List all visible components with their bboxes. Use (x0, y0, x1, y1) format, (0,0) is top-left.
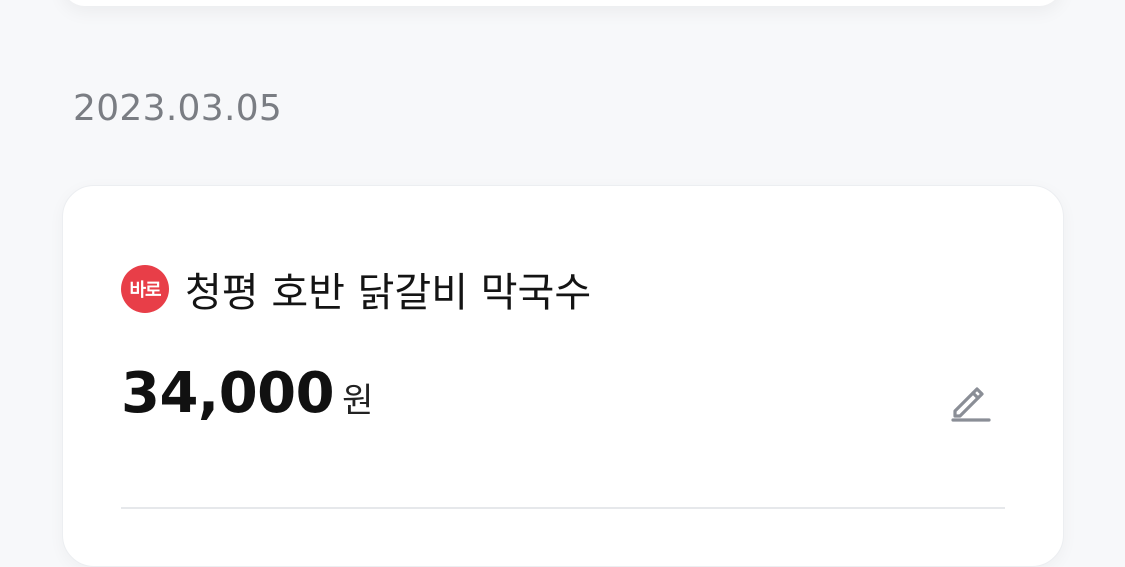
edit-button[interactable] (943, 374, 997, 428)
transaction-card[interactable]: 바로 청평 호반 닭갈비 막국수 34,000 원 (62, 185, 1064, 567)
amount-value: 34,000 (121, 361, 335, 426)
previous-transaction-card[interactable] (62, 0, 1062, 6)
baro-logo-icon: 바로 (121, 265, 169, 313)
store-row: 바로 청평 호반 닭갈비 막국수 (121, 260, 591, 318)
pencil-icon (951, 387, 991, 422)
amount-row: 34,000 원 (121, 361, 373, 426)
store-name: 청평 호반 닭갈비 막국수 (185, 270, 592, 316)
currency-unit: 원 (342, 381, 374, 421)
date-group-header: 2023.03.05 (73, 88, 283, 129)
card-divider (121, 507, 1005, 509)
